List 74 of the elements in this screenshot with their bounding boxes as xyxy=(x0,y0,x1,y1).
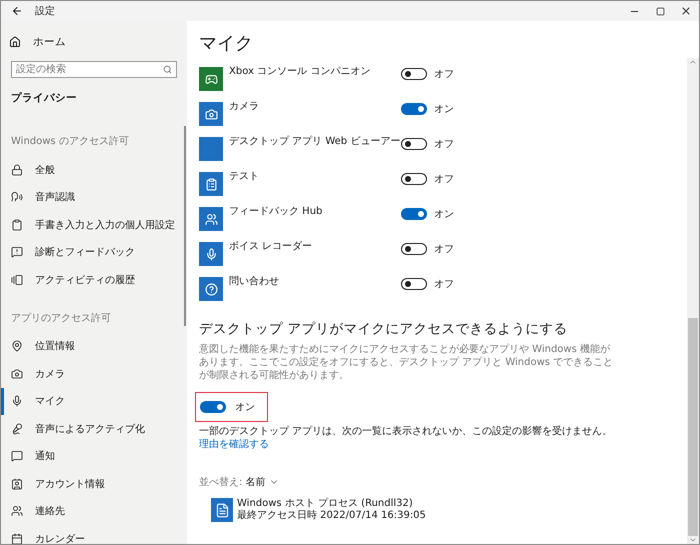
sidebar-item[interactable]: 位置情報 xyxy=(1,332,187,360)
toggle-switch[interactable] xyxy=(401,68,427,80)
calendar-icon xyxy=(11,532,23,544)
sidebar-item[interactable]: 通知 xyxy=(1,442,187,470)
toggle-state-label: オン xyxy=(434,103,454,116)
toggle-state-label: オフ xyxy=(434,138,454,151)
toggle-state-label: オン xyxy=(434,208,454,221)
toggle-switch[interactable] xyxy=(401,173,427,185)
app-name: 問い合わせ xyxy=(229,276,280,288)
toggle-state-label: オン xyxy=(235,401,255,414)
toggle-state-label: オフ xyxy=(434,243,454,256)
sidebar-item[interactable]: マイク xyxy=(1,388,187,415)
sidebar-item[interactable]: 連絡先 xyxy=(1,498,187,525)
microphone-icon xyxy=(11,395,23,408)
section-heading: アプリのアクセス許可 xyxy=(11,312,112,326)
search-icon xyxy=(163,65,172,74)
toggle-switch[interactable] xyxy=(200,401,226,413)
sidebar-item[interactable]: 手書き入力と入力の個人用設定 xyxy=(1,211,187,238)
people-icon xyxy=(11,505,23,518)
window-title: 設定 xyxy=(35,4,55,18)
toggle-state-label: オフ xyxy=(434,278,454,291)
close-icon xyxy=(680,5,692,17)
sidebar-item[interactable]: 音声認識 xyxy=(1,184,187,211)
sidebar-item[interactable]: アクティビティの履歴 xyxy=(1,266,187,294)
speech-icon xyxy=(11,191,23,204)
section-heading: デスクトップ アプリがマイクにアクセスできるようにする xyxy=(199,320,568,338)
document-icon xyxy=(211,498,233,522)
sort-label: 並べ替え: xyxy=(199,476,242,489)
sort-dropdown[interactable]: 名前 xyxy=(245,475,280,489)
note-text: 一部のデスクトップ アプリは、次の一覧に表示されないか、この設定の影響を受けません。 理由を確認する xyxy=(199,425,614,451)
last-access-text: 最終アクセス日時 2022/07/14 16:39:05 xyxy=(237,510,426,522)
process-name: Windows ホスト プロセス (Rundll32) xyxy=(237,498,414,510)
app-name: テスト xyxy=(229,171,260,183)
sidebar-item[interactable]: カレンダー xyxy=(1,525,187,544)
app-name: Xbox コンソール コンパニオン xyxy=(229,66,372,78)
feedback-icon xyxy=(11,246,23,258)
category-heading: プライバシー xyxy=(11,91,78,105)
toggle-switch[interactable] xyxy=(401,138,427,150)
sidebar-item[interactable]: カメラ xyxy=(1,360,187,388)
app-name: フィードバック Hub xyxy=(229,206,324,218)
scrollbar-thumb[interactable] xyxy=(184,126,186,326)
sidebar-item[interactable]: アカウント情報 xyxy=(1,470,187,498)
learn-more-link[interactable]: 理由を確認する xyxy=(199,439,269,450)
search-field[interactable]: 設定の検索 xyxy=(11,61,177,78)
description-text: 意図した機能を果たすためにマイクにアクセスすることが必要なアプリや Windows 機能があります。ここでこの設定をオフにすると、デスクトップ アプリと Windows でできることが制限される可能性があります。 xyxy=(199,343,614,382)
location-icon xyxy=(11,340,23,352)
clipboard-icon xyxy=(11,218,23,231)
maximize-icon xyxy=(656,6,664,16)
scroll-down-icon[interactable] xyxy=(689,536,697,544)
contact-card-icon xyxy=(11,478,23,490)
timeline-icon xyxy=(11,274,23,286)
toggle-switch[interactable] xyxy=(401,278,427,290)
toggle-switch[interactable] xyxy=(401,208,427,220)
sidebar-item[interactable]: 全般 xyxy=(1,156,187,184)
app-name: カメラ xyxy=(229,101,260,113)
app-name: デスクトップ アプリ Web ビューアー xyxy=(229,136,401,148)
scroll-up-icon[interactable] xyxy=(689,58,697,66)
toggle-switch[interactable] xyxy=(401,103,427,115)
section-heading: Windows のアクセス許可 xyxy=(11,135,130,149)
camera-icon xyxy=(11,368,23,380)
lock-icon xyxy=(11,164,23,176)
toggle-switch[interactable] xyxy=(401,243,427,255)
sidebar-item[interactable]: 診断とフィードバック xyxy=(1,238,187,266)
home-link[interactable]: ホーム xyxy=(1,29,66,55)
speech-bubble-icon xyxy=(11,450,23,462)
microphone-icon xyxy=(11,422,23,435)
home-icon xyxy=(9,36,21,48)
app-name: ボイス レコーダー xyxy=(229,241,314,253)
back-arrow-icon xyxy=(11,5,23,17)
page-title: マイク xyxy=(199,33,254,55)
toggle-state-label: オフ xyxy=(434,68,454,81)
toggle-state-label: オフ xyxy=(434,173,454,186)
scrollbar[interactable] xyxy=(687,58,699,544)
sidebar-item[interactable]: 音声によるアクティブ化 xyxy=(1,415,187,442)
